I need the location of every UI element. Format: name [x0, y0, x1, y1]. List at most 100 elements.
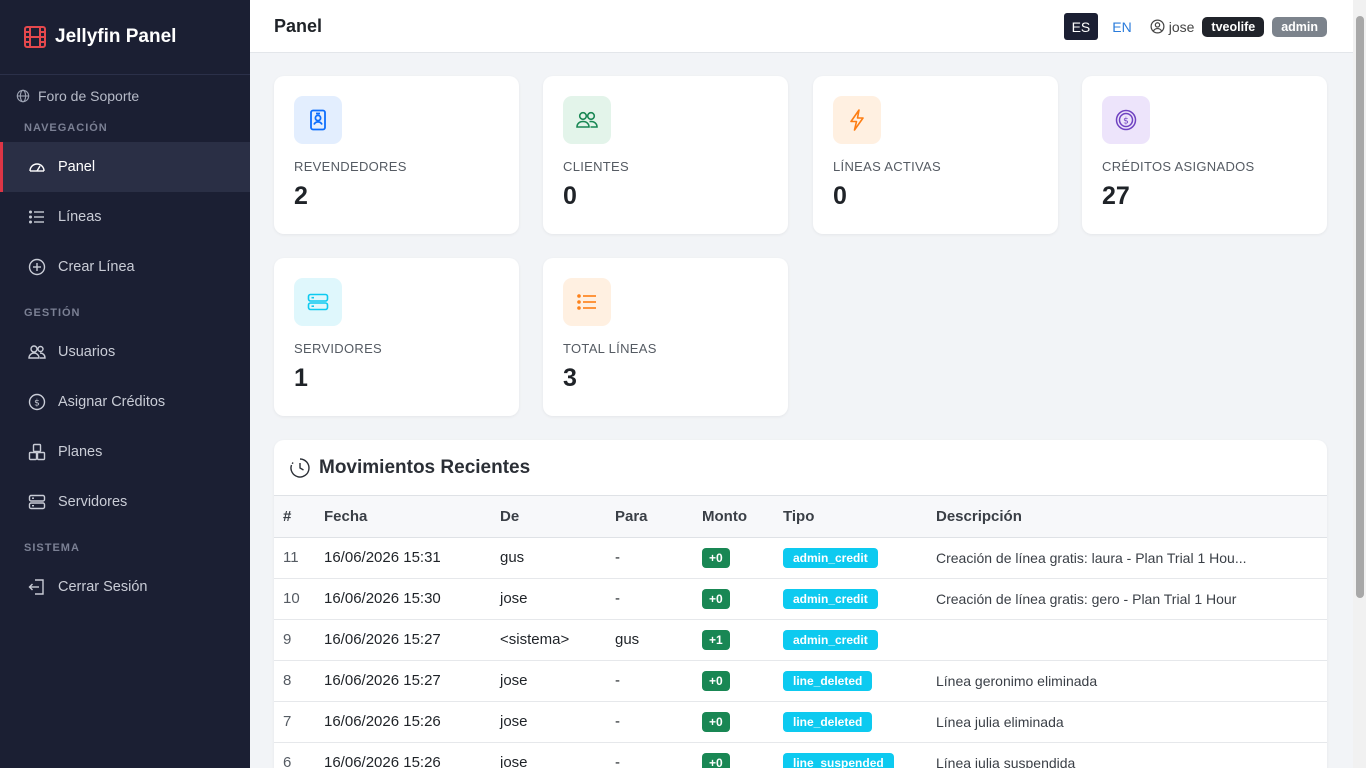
stat-value: 2	[294, 182, 308, 210]
type-badge: admin_credit	[783, 547, 878, 568]
amount-badge: +1	[702, 629, 730, 650]
lang-en-button[interactable]: EN	[1104, 13, 1139, 40]
stat-card-servers: SERVIDORES 1	[274, 258, 519, 416]
type-badge: line_deleted	[783, 711, 873, 732]
cell-from: gus	[500, 537, 615, 579]
cell-amount: +0	[702, 660, 783, 702]
page-scrollbar[interactable]	[1353, 0, 1366, 768]
column-header-id[interactable]: #	[274, 496, 324, 538]
cell-from: jose	[500, 701, 615, 743]
stat-label: TOTAL LÍNEAS	[563, 341, 657, 356]
sidebar-item-servers[interactable]: Servidores	[0, 477, 250, 527]
support-forum-label: Foro de Soporte	[38, 88, 140, 104]
cell-from: jose	[500, 660, 615, 702]
amount-badge: +0	[702, 711, 730, 732]
table-row: 10 16/06/2026 15:30 jose - +0 admin_cred…	[274, 578, 1327, 620]
column-header-from[interactable]: De	[500, 496, 615, 538]
table-header-row: # Fecha De Para Monto Tipo Descripción	[274, 496, 1327, 538]
movements-table: # Fecha De Para Monto Tipo Descripción 1…	[274, 496, 1327, 768]
cell-from: <sistema>	[500, 619, 615, 661]
user-badge-icon	[310, 109, 326, 131]
user-circle-icon	[1150, 19, 1165, 34]
sidebar-item-label: Asignar Créditos	[58, 394, 166, 410]
server-icon	[307, 293, 329, 311]
server-icon	[28, 494, 46, 510]
cell-type: admin_credit	[783, 578, 936, 620]
type-badge: line_suspended	[783, 752, 894, 768]
sidebar-item-lines[interactable]: Líneas	[0, 192, 250, 242]
clock-history-icon	[290, 457, 310, 478]
sidebar-item-label: Crear Línea	[58, 259, 135, 275]
boxes-icon	[28, 443, 46, 461]
support-forum-link[interactable]: Foro de Soporte	[0, 75, 250, 117]
cell-from: jose	[500, 742, 615, 768]
column-header-type[interactable]: Tipo	[783, 496, 936, 538]
sidebar-item-label: Cerrar Sesión	[58, 579, 148, 595]
cell-type: admin_credit	[783, 619, 936, 661]
sidebar-item-logout[interactable]: Cerrar Sesión	[0, 562, 250, 612]
people-icon	[28, 345, 46, 359]
coin-icon: $	[1115, 109, 1137, 131]
brand[interactable]: Jellyfin Panel	[0, 0, 250, 75]
stat-card-active-lines: LÍNEAS ACTIVAS 0	[813, 76, 1058, 234]
stat-label: LÍNEAS ACTIVAS	[833, 159, 941, 174]
cell-to: gus	[615, 619, 702, 661]
section-management: GESTIÓN	[24, 307, 81, 319]
cell-to: -	[615, 537, 702, 579]
cell-id: 10	[274, 578, 324, 620]
column-header-date[interactable]: Fecha	[324, 496, 500, 538]
type-badge: line_deleted	[783, 670, 873, 691]
stat-value: 1	[294, 364, 308, 392]
stat-label: SERVIDORES	[294, 341, 383, 356]
cell-to: -	[615, 701, 702, 743]
cell-amount: +0	[702, 701, 783, 743]
topbar: Panel ES EN jose tveolife admin	[250, 0, 1353, 53]
cell-description: Creación de línea gratis: gero - Plan Tr…	[936, 578, 1327, 620]
cell-date: 16/06/2026 15:26	[324, 742, 500, 768]
cell-id: 7	[274, 701, 324, 743]
column-header-description[interactable]: Descripción	[936, 496, 1327, 538]
speedometer-icon	[29, 163, 45, 172]
sidebar-item-assign-credits[interactable]: $ Asignar Créditos	[0, 377, 250, 427]
cell-amount: +1	[702, 619, 783, 661]
cell-type: line_deleted	[783, 660, 936, 702]
cell-description: Línea julia suspendida	[936, 742, 1327, 768]
amount-badge: +0	[702, 588, 730, 609]
stat-card-clients: CLIENTES 0	[543, 76, 788, 234]
cell-description: Línea geronimo eliminada	[936, 660, 1327, 702]
stat-label: REVENDEDORES	[294, 159, 407, 174]
table-row: 11 16/06/2026 15:31 gus - +0 admin_credi…	[274, 537, 1327, 579]
column-header-amount[interactable]: Monto	[702, 496, 783, 538]
stat-value: 3	[563, 364, 577, 392]
lang-es-button[interactable]: ES	[1063, 13, 1099, 40]
cell-date: 16/06/2026 15:27	[324, 619, 500, 661]
sidebar-item-plans[interactable]: Planes	[0, 427, 250, 477]
column-header-to[interactable]: Para	[615, 496, 702, 538]
amount-badge: +0	[702, 752, 730, 768]
plus-circle-icon	[28, 258, 46, 276]
sidebar-item-label: Servidores	[58, 494, 128, 510]
sidebar-item-create-line[interactable]: Crear Línea	[0, 242, 250, 292]
globe-icon	[16, 89, 30, 103]
cell-description	[936, 619, 1327, 661]
page-title: Panel	[274, 15, 323, 36]
film-icon	[24, 26, 46, 48]
role-badge: admin	[1272, 16, 1327, 37]
type-badge: admin_credit	[783, 588, 878, 609]
cell-date: 16/06/2026 15:31	[324, 537, 500, 579]
sidebar-item-label: Líneas	[58, 209, 102, 225]
sidebar-item-panel[interactable]: Panel	[0, 142, 250, 192]
cell-id: 11	[274, 537, 324, 579]
stat-icon-box	[563, 278, 611, 326]
table-row: 7 16/06/2026 15:26 jose - +0 line_delete…	[274, 701, 1327, 743]
coin-icon: $	[28, 393, 46, 411]
recent-movements-header: Movimientos Recientes	[274, 440, 1327, 496]
cell-id: 9	[274, 619, 324, 661]
stat-card-assigned-credits: $ CRÉDITOS ASIGNADOS 27	[1082, 76, 1327, 234]
user-menu[interactable]: jose	[1150, 19, 1194, 35]
sidebar-item-users[interactable]: Usuarios	[0, 327, 250, 377]
cell-date: 16/06/2026 15:27	[324, 660, 500, 702]
amount-badge: +0	[702, 670, 730, 691]
scrollbar-thumb[interactable]	[1356, 16, 1364, 598]
table-row: 6 16/06/2026 15:26 jose - +0 line_suspen…	[274, 742, 1327, 768]
